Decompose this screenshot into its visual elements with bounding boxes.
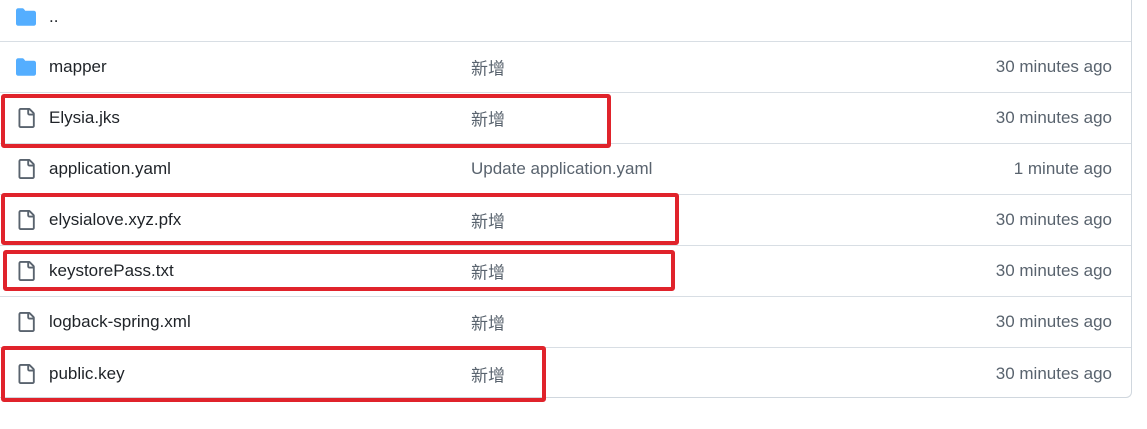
commit-message-link[interactable]: 新增 [471, 106, 505, 131]
file-icon [18, 159, 35, 179]
folder-icon [16, 58, 36, 76]
file-icon [18, 312, 35, 332]
commit-age: 30 minutes ago [995, 210, 1112, 229]
table-row[interactable]: Elysia.jks 新增 30 minutes ago [0, 93, 1131, 144]
file-list: .. mapper 新增 30 minutes ago Elysia.jks 新… [0, 0, 1132, 398]
file-name-link[interactable]: logback-spring.xml [49, 312, 191, 332]
table-row[interactable]: mapper 新增 30 minutes ago [0, 42, 1131, 93]
commit-message-link[interactable]: 新增 [471, 259, 505, 284]
file-icon [18, 108, 35, 128]
file-name-link[interactable]: application.yaml [49, 159, 171, 179]
commit-message-link[interactable]: 新增 [471, 361, 505, 386]
file-name-link[interactable]: Elysia.jks [49, 108, 120, 128]
commit-message-link[interactable]: Update application.yaml [471, 159, 652, 179]
table-row[interactable]: keystorePass.txt 新增 30 minutes ago [0, 246, 1131, 297]
commit-age: 30 minutes ago [995, 312, 1112, 331]
commit-age: 30 minutes ago [995, 261, 1112, 280]
commit-age: 30 minutes ago [995, 363, 1112, 383]
table-row[interactable]: elysialove.xyz.pfx 新增 30 minutes ago [0, 195, 1131, 246]
parent-directory-row[interactable]: .. [0, 0, 1131, 42]
file-name-link[interactable]: mapper [49, 57, 107, 77]
commit-age: 30 minutes ago [995, 108, 1112, 127]
file-icon [18, 261, 35, 281]
commit-message-link[interactable]: 新增 [471, 310, 505, 335]
parent-directory-link[interactable]: .. [49, 7, 58, 27]
commit-age: 1 minute ago [1013, 159, 1112, 178]
file-name-link[interactable]: elysialove.xyz.pfx [49, 210, 181, 230]
folder-icon [16, 7, 36, 26]
table-row[interactable]: application.yaml Update application.yaml… [0, 144, 1131, 195]
commit-message-link[interactable]: 新增 [471, 55, 505, 80]
commit-age: 30 minutes ago [995, 57, 1112, 76]
commit-message-link[interactable]: 新增 [471, 208, 505, 233]
file-icon [18, 210, 35, 230]
table-row[interactable]: public.key 新增 30 minutes ago [0, 348, 1131, 399]
file-name-link[interactable]: public.key [49, 364, 125, 384]
file-icon [18, 363, 35, 384]
file-name-link[interactable]: keystorePass.txt [49, 261, 174, 281]
table-row[interactable]: logback-spring.xml 新增 30 minutes ago [0, 297, 1131, 348]
